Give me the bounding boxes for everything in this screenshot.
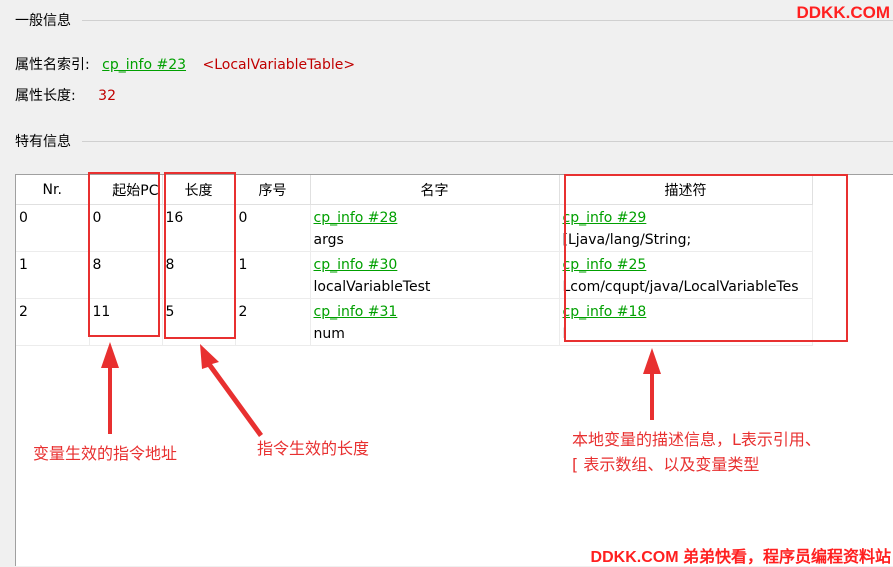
annotation-descriptor-line1: 本地变量的描述信息，L表示引用、 (572, 430, 821, 449)
annotation-arrows (101, 342, 661, 437)
arrow-shaft-descriptor (650, 368, 654, 420)
annotation-descriptor-line2: [ 表示数组、以及变量类型 (572, 455, 760, 474)
arrow-head-descriptor (643, 348, 661, 374)
watermark-bottom: DDKK.COM 弟弟快看，程序员编程资料站 (590, 549, 891, 566)
arrow-start-pc-length (200, 344, 263, 437)
annotation-start-pc: 变量生效的指令地址 (33, 444, 178, 463)
arrow-head-start-pc (101, 342, 119, 368)
annotation-length: 指令生效的长度 (257, 439, 370, 458)
arrow-shaft-start-pc (108, 362, 112, 434)
